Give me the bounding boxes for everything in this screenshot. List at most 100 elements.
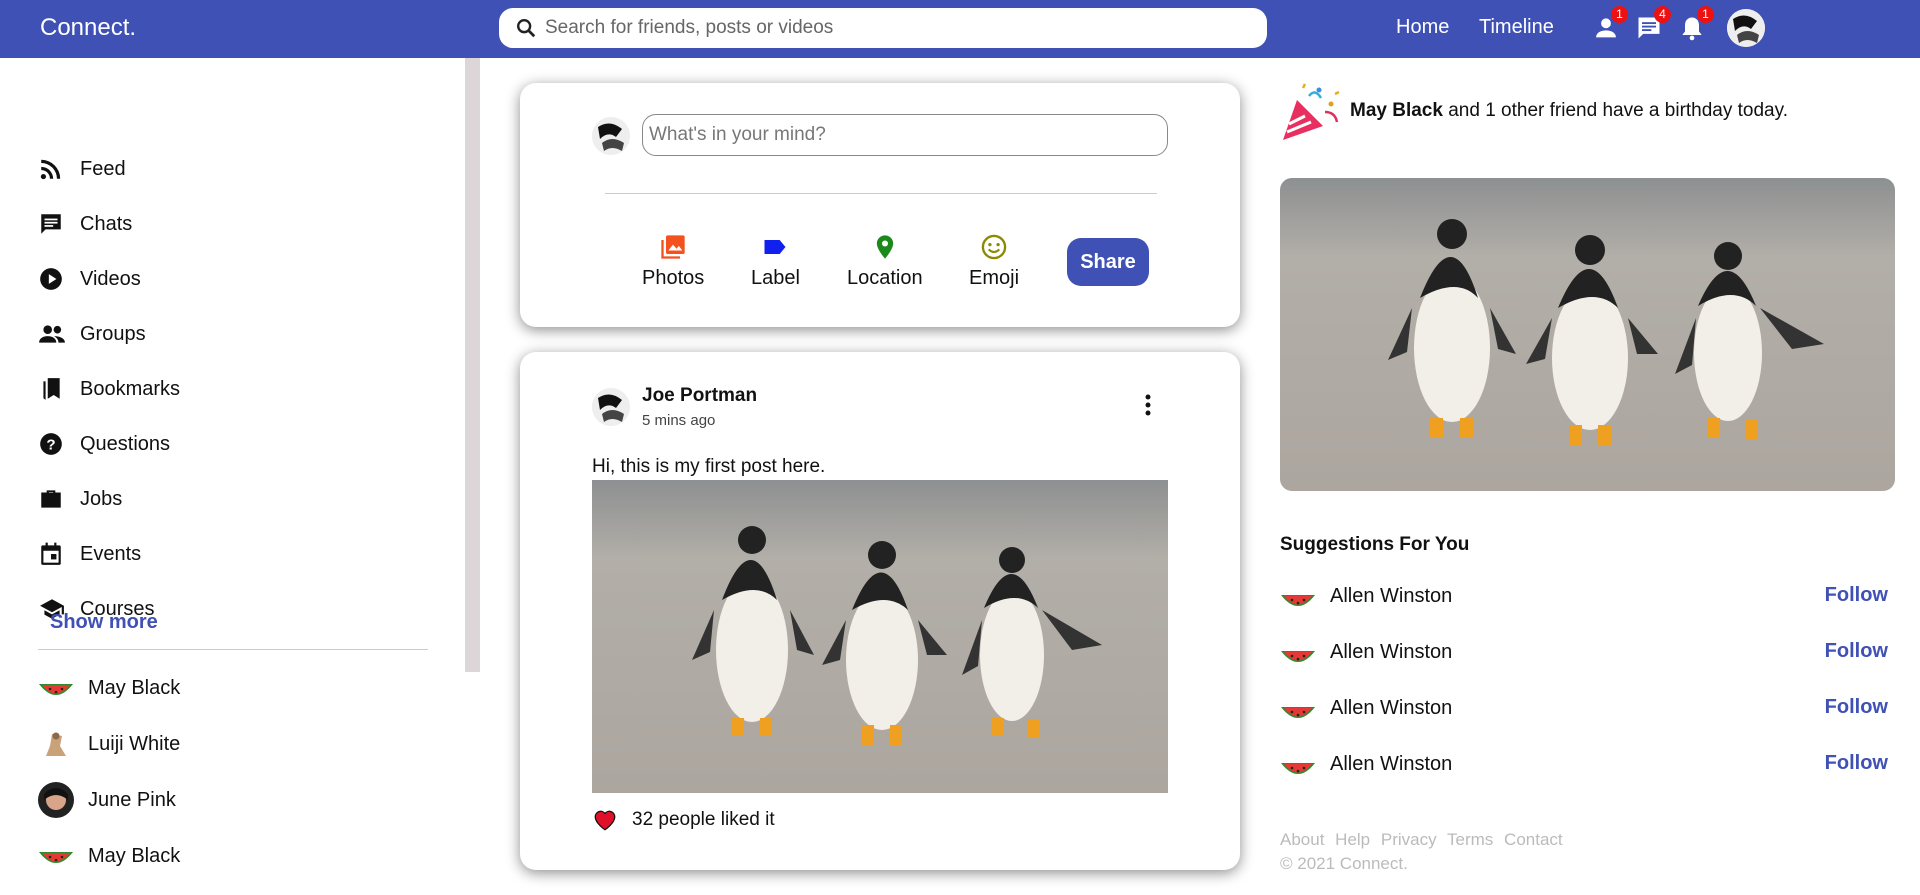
sidebar-item-questions[interactable]: ? Questions (38, 426, 438, 462)
friend-item[interactable]: May Black (38, 836, 438, 876)
help-icon: ? (40, 433, 62, 455)
avatar (592, 117, 630, 155)
suggestion-row: Allen Winston Follow (1280, 687, 1892, 727)
sidebar-item-bookmarks[interactable]: Bookmarks (38, 371, 438, 407)
suggestions-title: Suggestions For You (1280, 534, 1470, 555)
sidebar-item-label: Events (80, 543, 142, 565)
avatar (38, 782, 74, 818)
location-option[interactable]: Location (847, 233, 923, 290)
briefcase-icon (41, 490, 61, 508)
suggestion-row: Allen Winston Follow (1280, 575, 1892, 615)
footer-link-contact[interactable]: Contact (1504, 830, 1563, 849)
suggestion-row: Allen Winston Follow (1280, 631, 1892, 671)
footer-link-help[interactable]: Help (1335, 830, 1370, 849)
friend-item[interactable]: Luiji White (38, 724, 438, 764)
footer-link-terms[interactable]: Terms (1447, 830, 1493, 849)
search-bar[interactable] (499, 8, 1267, 48)
sidebar-item-videos[interactable]: Videos (38, 261, 438, 297)
sidebar-divider (38, 649, 428, 650)
follow-button[interactable]: Follow (1825, 752, 1888, 775)
watermelon-avatar[interactable] (1280, 637, 1316, 673)
notifications-button[interactable]: 1 (1678, 6, 1714, 42)
friend-requests-button[interactable]: 1 (1592, 6, 1628, 42)
follow-button[interactable]: Follow (1825, 584, 1888, 607)
sidebar-item-label: Bookmarks (80, 378, 181, 400)
birthday-name[interactable]: May Black (1350, 100, 1443, 121)
suggestion-name[interactable]: Allen Winston (1330, 585, 1452, 608)
show-more-button[interactable]: Show more (50, 603, 158, 642)
follow-button[interactable]: Follow (1825, 696, 1888, 719)
suggestion-name[interactable]: Allen Winston (1330, 697, 1452, 720)
nav-home[interactable]: Home (1396, 16, 1449, 39)
friend-item[interactable]: May Black (38, 668, 438, 708)
copyright: © 2021 Connect. (1280, 854, 1408, 873)
photos-option[interactable]: Photos (642, 233, 704, 290)
like-button[interactable] (592, 807, 618, 838)
messages-badge: 4 (1654, 6, 1671, 23)
birthday-notice: May Black and 1 other friend have a birt… (1350, 100, 1788, 122)
footer-link-about[interactable]: About (1280, 830, 1324, 849)
friend-name: Luiji White (88, 733, 181, 755)
suggestion-name[interactable]: Allen Winston (1330, 753, 1452, 776)
sidebar-item-feed[interactable]: Feed (38, 151, 438, 187)
footer-link-privacy[interactable]: Privacy (1381, 830, 1437, 849)
rss-icon (40, 159, 61, 180)
sidebar-scrollbar[interactable] (465, 58, 480, 672)
friend-name: May Black (88, 845, 181, 867)
profile-avatar[interactable] (1727, 9, 1765, 47)
suggestion-row: Allen Winston Follow (1280, 743, 1892, 783)
sidebar-item-groups[interactable]: Groups (38, 316, 438, 352)
post-image[interactable] (592, 480, 1168, 793)
label-option[interactable]: Label (751, 233, 800, 290)
label-icon (764, 240, 786, 254)
post-text: Hi, this is my first post here. (592, 456, 826, 477)
sidebar: Feed Chats Videos Groups Bookmarks ? Que… (0, 58, 480, 895)
more-vert-icon (1145, 394, 1151, 416)
sidebar-item-label: Videos (80, 268, 141, 290)
post-input[interactable] (642, 114, 1168, 156)
sidebar-item-chats[interactable]: Chats (38, 206, 438, 242)
search-input[interactable] (545, 14, 1245, 42)
watermelon-avatar (38, 670, 74, 706)
post-author[interactable]: Joe Portman (642, 385, 757, 407)
avatar[interactable] (592, 388, 630, 426)
friend-name: June Pink (88, 789, 176, 811)
emoji-icon (981, 234, 1007, 260)
watermelon-avatar[interactable] (1280, 749, 1316, 785)
nav-timeline[interactable]: Timeline (1479, 16, 1554, 39)
suggestion-name[interactable]: Allen Winston (1330, 641, 1452, 664)
ad-image[interactable] (1280, 178, 1895, 491)
sidebar-item-jobs[interactable]: Jobs (38, 481, 438, 517)
sidebar-item-label: Groups (80, 323, 146, 345)
friend-name: May Black (88, 677, 181, 699)
logo[interactable]: Connect. (40, 14, 136, 42)
follow-button[interactable]: Follow (1825, 640, 1888, 663)
messages-button[interactable]: 4 (1635, 6, 1671, 42)
avatar (38, 726, 74, 762)
top-bar: Connect. Home Timeline 1 4 1 (0, 0, 1920, 58)
footer-links: About Help Privacy Terms Contact (1280, 830, 1569, 850)
photo-library-icon (661, 235, 685, 259)
friend-item[interactable]: June Pink (38, 780, 438, 820)
post-card: Joe Portman 5 mins ago Hi, this is my fi… (520, 352, 1240, 870)
more-options-button[interactable] (1138, 390, 1158, 420)
sidebar-item-label: Chats (80, 213, 133, 235)
sidebar-item-label: Feed (80, 158, 126, 180)
sidebar-item-events[interactable]: Events (38, 536, 438, 572)
option-label: Location (847, 267, 923, 289)
search-icon (517, 19, 536, 38)
watermelon-avatar (38, 838, 74, 874)
likes-count: 32 people liked it (632, 809, 775, 830)
svg-text:?: ? (46, 436, 55, 453)
heart-icon (594, 810, 616, 831)
watermelon-avatar[interactable] (1280, 581, 1316, 617)
option-label: Photos (642, 267, 705, 289)
share-button[interactable]: Share (1067, 238, 1149, 286)
watermelon-avatar[interactable] (1280, 693, 1316, 729)
sidebar-item-label: Questions (80, 433, 171, 455)
post-time: 5 mins ago (642, 412, 716, 429)
emoji-option[interactable]: Emoji (969, 233, 1019, 290)
option-label: Label (751, 267, 800, 289)
party-popper-icon (1279, 82, 1341, 149)
calendar-icon (41, 542, 61, 565)
